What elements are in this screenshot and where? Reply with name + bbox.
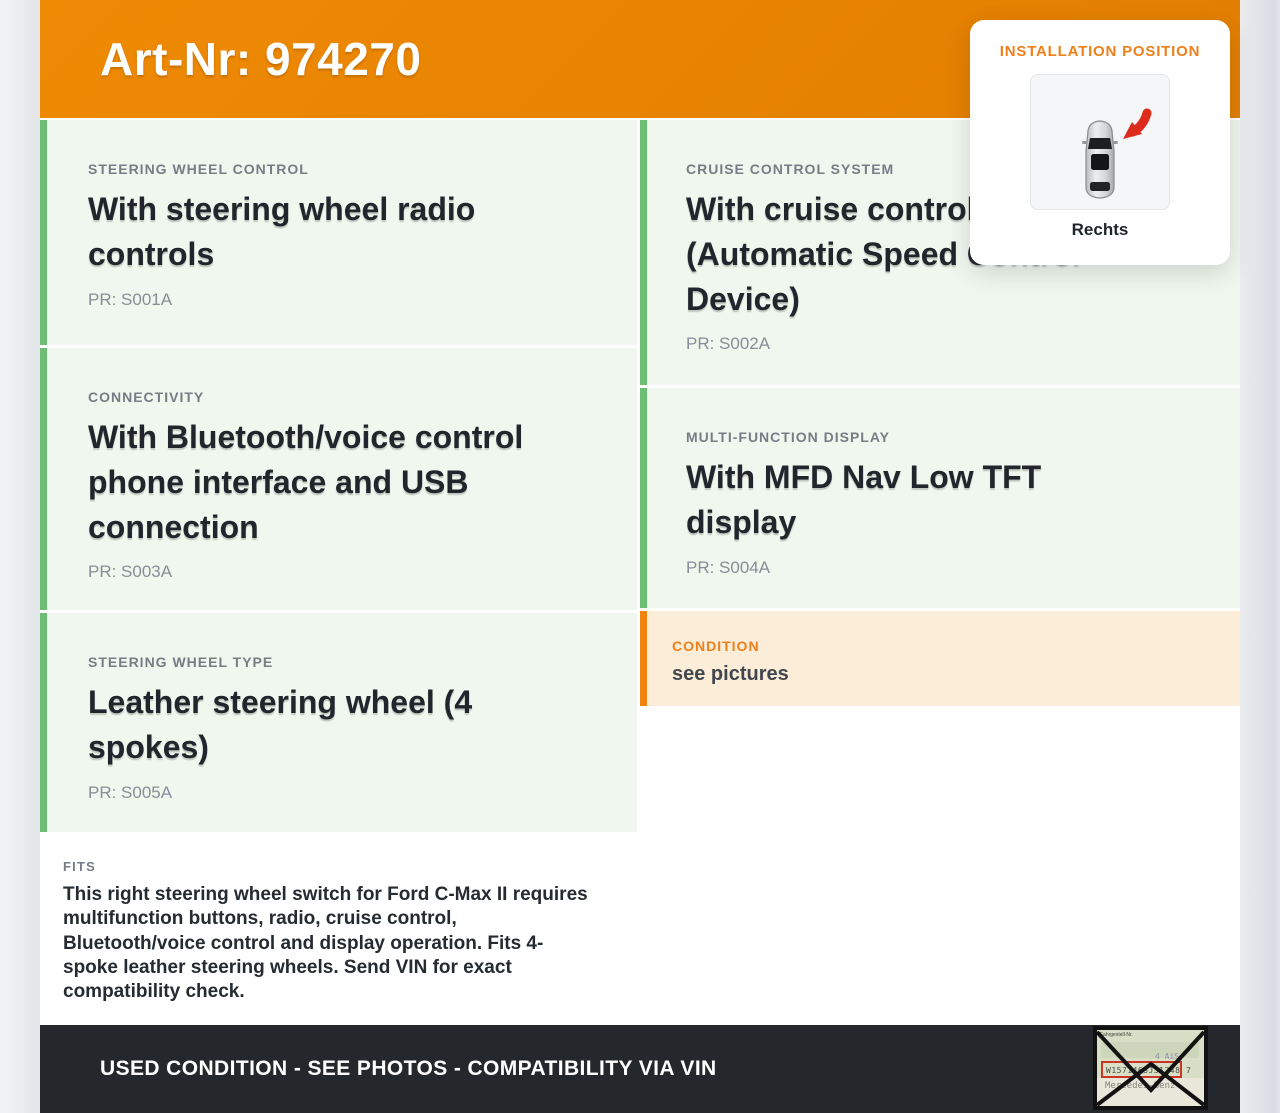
listing-card: Art-Nr: 974270 STEERING WHEEL CONTROL Wi… — [40, 0, 1240, 1113]
right-margin — [1240, 0, 1280, 1113]
car-image-box — [1030, 74, 1170, 210]
spec-value: With MFD Nav Low TFT display — [686, 459, 1042, 540]
spec-label: CONNECTIVITY — [88, 389, 205, 405]
installation-position-card: INSTALLATION POSITION Rechts — [970, 20, 1230, 265]
spec-card-multi-function-display: MULTI-FUNCTION DISPLAY With MFD Nav Low … — [640, 388, 1240, 608]
spec-pr-code: PR: S001A — [88, 289, 173, 309]
footer-banner: USED CONDITION - SEE PHOTOS - COMPATIBIL… — [40, 1025, 1240, 1113]
car-top-view-icon — [1082, 108, 1152, 199]
spec-pr-code: PR: S004A — [686, 557, 771, 577]
fits-description: This right steering wheel switch for For… — [63, 884, 588, 1003]
installation-position-title: INSTALLATION POSITION — [999, 43, 1201, 60]
doc-mark-text: 4 AiS — [1155, 1052, 1179, 1061]
spec-value: With steering wheel radio controls — [88, 191, 476, 272]
spec-label: STEERING WHEEL CONTROL — [88, 161, 309, 177]
doc-label-text: Fahrgestell-Nr. — [1100, 1032, 1133, 1038]
position-arrow-icon — [1123, 108, 1152, 139]
vin-document-envelope-icon: Fahrgestell-Nr. 4 AiS W1571463J31248 7 M… — [1093, 1026, 1208, 1110]
condition-card: CONDITION see pictures — [640, 611, 1240, 706]
spec-pr-code: PR: S003A — [88, 562, 173, 582]
spec-label: MULTI-FUNCTION DISPLAY — [686, 429, 890, 445]
fits-section: FITS This right steering wheel switch fo… — [40, 835, 637, 1022]
spec-pr-code: PR: S005A — [88, 782, 173, 802]
spec-card-steering-wheel-control: STEERING WHEEL CONTROL With steering whe… — [40, 120, 637, 345]
spec-pr-code: PR: S002A — [686, 334, 771, 354]
spec-card-steering-wheel-type: STEERING WHEEL TYPE Leather steering whe… — [40, 613, 637, 832]
fits-label: FITS — [63, 859, 96, 874]
article-number-title: Art-Nr: 974270 — [100, 33, 422, 85]
left-column: STEERING WHEEL CONTROL With steering whe… — [40, 120, 637, 1022]
left-margin — [0, 0, 40, 1113]
footer-banner-text: USED CONDITION - SEE PHOTOS - COMPATIBIL… — [100, 1057, 717, 1080]
condition-value: see pictures — [672, 663, 789, 685]
doc-vin-suffix: 7 — [1186, 1066, 1191, 1075]
page-canvas: Art-Nr: 974270 STEERING WHEEL CONTROL Wi… — [0, 0, 1280, 1113]
spec-card-connectivity: CONNECTIVITY With Bluetooth/voice contro… — [40, 348, 637, 610]
spec-label: STEERING WHEEL TYPE — [88, 654, 274, 670]
condition-label: CONDITION — [672, 638, 760, 654]
spec-value: Leather steering wheel (4 spokes) — [88, 684, 473, 765]
installation-position-value: Rechts — [1071, 220, 1129, 239]
spec-value: With Bluetooth/voice control phone inter… — [88, 419, 524, 545]
